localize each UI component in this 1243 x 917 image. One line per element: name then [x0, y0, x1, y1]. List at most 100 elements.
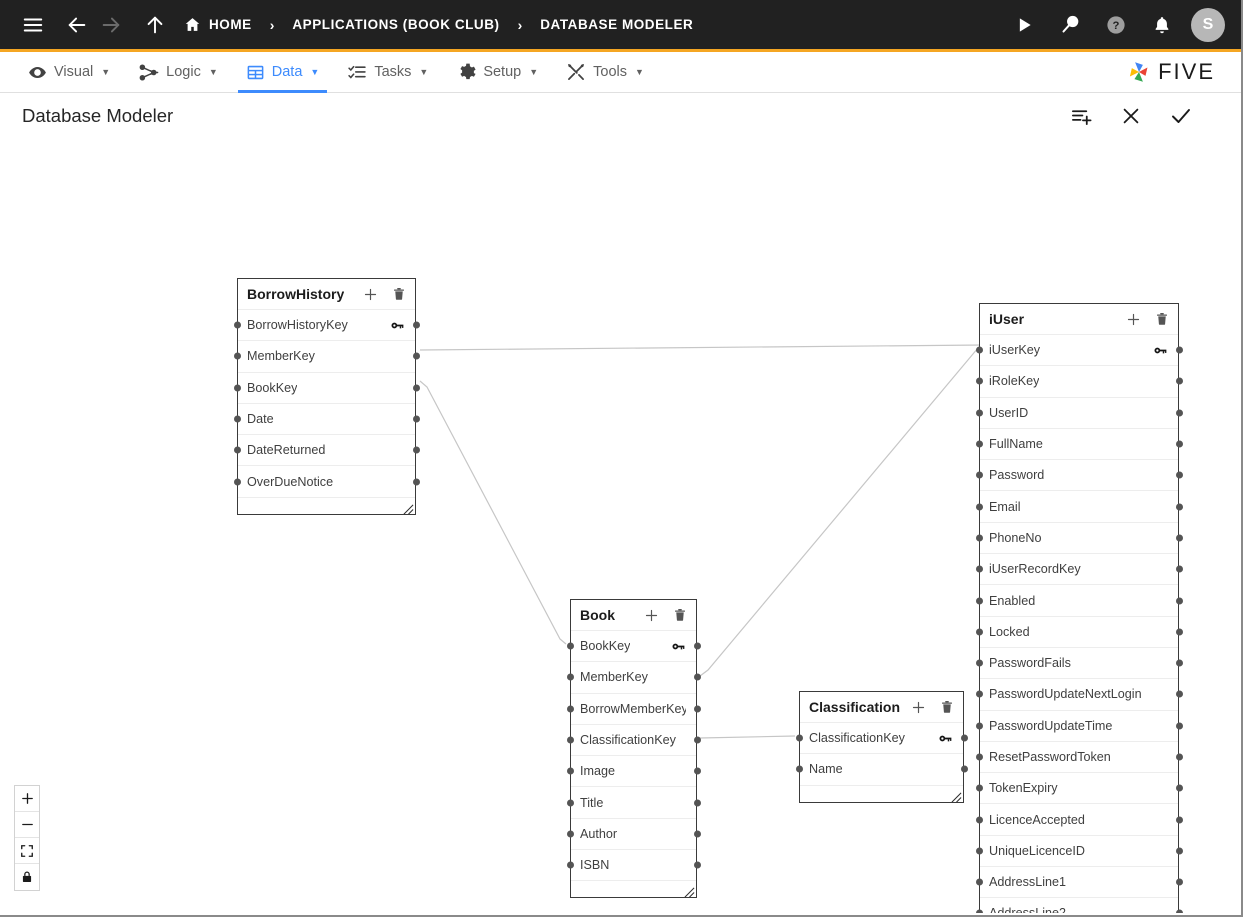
field-port-right[interactable] [412, 415, 420, 423]
field-port-right[interactable] [1175, 628, 1183, 636]
breadcrumb-item-home[interactable]: HOME [184, 16, 252, 33]
field-port-right[interactable] [1175, 847, 1183, 855]
field-port-left[interactable] [975, 878, 983, 886]
back-arrow-icon[interactable] [60, 8, 94, 42]
entity-field-row[interactable]: iUserRecordKey [975, 554, 1183, 586]
field-port-left[interactable] [975, 690, 983, 698]
entity-field-row[interactable]: ClassificationKey [795, 723, 968, 755]
entity-table-iuser[interactable]: iUser iUserKey iRoleKey UserID FullName Pas… [975, 303, 1183, 913]
field-port-left[interactable] [975, 597, 983, 605]
field-port-right[interactable] [693, 642, 701, 650]
field-port-right[interactable] [412, 446, 420, 454]
plus-icon[interactable] [910, 699, 927, 716]
entity-field-row[interactable]: Email [975, 491, 1183, 523]
field-port-left[interactable] [233, 321, 241, 329]
field-port-left[interactable] [975, 534, 983, 542]
entity-header[interactable]: iUser [980, 304, 1178, 335]
entity-field-row[interactable]: BorrowHistoryKey [233, 310, 420, 342]
confirm-check-icon[interactable] [1167, 102, 1195, 130]
entity-field-row[interactable]: Image [566, 756, 701, 788]
resize-handle-icon[interactable] [951, 790, 962, 803]
field-port-right[interactable] [693, 673, 701, 681]
field-port-left[interactable] [566, 799, 574, 807]
help-icon[interactable]: ? [1099, 8, 1133, 42]
entity-field-row[interactable]: MemberKey [233, 341, 420, 373]
field-port-left[interactable] [975, 722, 983, 730]
field-port-left[interactable] [975, 409, 983, 417]
field-port-right[interactable] [1175, 377, 1183, 385]
entity-header[interactable]: Book [571, 600, 696, 631]
trash-icon[interactable] [390, 286, 407, 303]
entity-header[interactable]: Classification [800, 692, 963, 723]
field-port-left[interactable] [566, 673, 574, 681]
entity-field-row[interactable]: ResetPasswordToken [975, 742, 1183, 774]
field-port-left[interactable] [975, 346, 983, 354]
fit-to-screen-button[interactable] [15, 838, 39, 864]
field-port-right[interactable] [1175, 659, 1183, 667]
entity-table-book[interactable]: Book BookKey MemberKey BorrowMemberKey Cla… [566, 599, 701, 899]
er-diagram-canvas[interactable]: BorrowHistory BorrowHistoryKey MemberKey… [0, 139, 1241, 913]
breadcrumb-item-applications[interactable]: APPLICATIONS (BOOK CLUB) [292, 17, 499, 32]
field-port-left[interactable] [975, 753, 983, 761]
search-icon[interactable] [1053, 8, 1087, 42]
field-port-left[interactable] [566, 861, 574, 869]
field-port-left[interactable] [975, 847, 983, 855]
field-port-left[interactable] [975, 377, 983, 385]
entity-field-row[interactable]: iRoleKey [975, 366, 1183, 398]
entity-field-row[interactable]: iUserKey [975, 335, 1183, 367]
entity-header[interactable]: BorrowHistory [238, 279, 415, 310]
relationship-edge[interactable] [419, 380, 567, 645]
entity-field-row[interactable]: PasswordUpdateTime [975, 711, 1183, 742]
menu-item-tools[interactable]: Tools ▼ [552, 52, 658, 93]
entity-field-row[interactable]: Author [566, 819, 701, 851]
field-port-right[interactable] [1175, 565, 1183, 573]
add-table-icon[interactable] [1067, 102, 1095, 130]
entity-field-row[interactable]: BookKey [566, 631, 701, 663]
forward-arrow-icon[interactable] [94, 8, 128, 42]
entity-field-row[interactable]: AddressLine2 [975, 898, 1183, 913]
field-port-right[interactable] [1175, 597, 1183, 605]
field-port-right[interactable] [412, 321, 420, 329]
field-port-right[interactable] [412, 478, 420, 486]
close-icon[interactable] [1117, 102, 1145, 130]
field-port-left[interactable] [975, 471, 983, 479]
entity-field-row[interactable]: Name [795, 754, 968, 786]
entity-field-row[interactable]: BookKey [233, 373, 420, 404]
field-port-right[interactable] [412, 352, 420, 360]
field-port-right[interactable] [693, 861, 701, 869]
notifications-bell-icon[interactable] [1145, 8, 1179, 42]
entity-field-row[interactable]: AddressLine1 [975, 867, 1183, 899]
field-port-right[interactable] [960, 765, 968, 773]
entity-field-row[interactable]: OverDueNotice [233, 466, 420, 498]
run-icon[interactable] [1007, 8, 1041, 42]
field-port-left[interactable] [975, 440, 983, 448]
field-port-right[interactable] [1175, 503, 1183, 511]
entity-field-row[interactable]: DateReturned [233, 435, 420, 467]
hamburger-menu-icon[interactable] [16, 8, 50, 42]
field-port-right[interactable] [1175, 816, 1183, 824]
menu-item-tasks[interactable]: Tasks ▼ [333, 52, 442, 93]
resize-handle-icon[interactable] [684, 885, 695, 898]
entity-field-row[interactable]: PhoneNo [975, 523, 1183, 555]
breadcrumb-item-database-modeler[interactable]: DATABASE MODELER [540, 17, 693, 32]
entity-field-row[interactable]: LicenceAccepted [975, 804, 1183, 836]
entity-field-row[interactable]: ClassificationKey [566, 725, 701, 757]
lock-canvas-button[interactable] [15, 864, 39, 890]
field-port-left[interactable] [566, 642, 574, 650]
entity-field-row[interactable]: BorrowMemberKey [566, 694, 701, 725]
resize-handle-icon[interactable] [403, 502, 414, 515]
entity-field-row[interactable]: PasswordFails [975, 648, 1183, 680]
trash-icon[interactable] [938, 699, 955, 716]
relationship-edge[interactable] [699, 347, 979, 677]
field-port-left[interactable] [233, 415, 241, 423]
entity-field-row[interactable]: TokenExpiry [975, 773, 1183, 805]
entity-field-row[interactable]: Locked [975, 617, 1183, 648]
field-port-left[interactable] [233, 478, 241, 486]
field-port-right[interactable] [960, 734, 968, 742]
zoom-out-button[interactable] [15, 812, 39, 838]
entity-field-row[interactable]: Enabled [975, 585, 1183, 617]
trash-icon[interactable] [1153, 311, 1170, 328]
field-port-right[interactable] [693, 736, 701, 744]
field-port-right[interactable] [1175, 722, 1183, 730]
relationship-edge[interactable] [419, 344, 985, 351]
